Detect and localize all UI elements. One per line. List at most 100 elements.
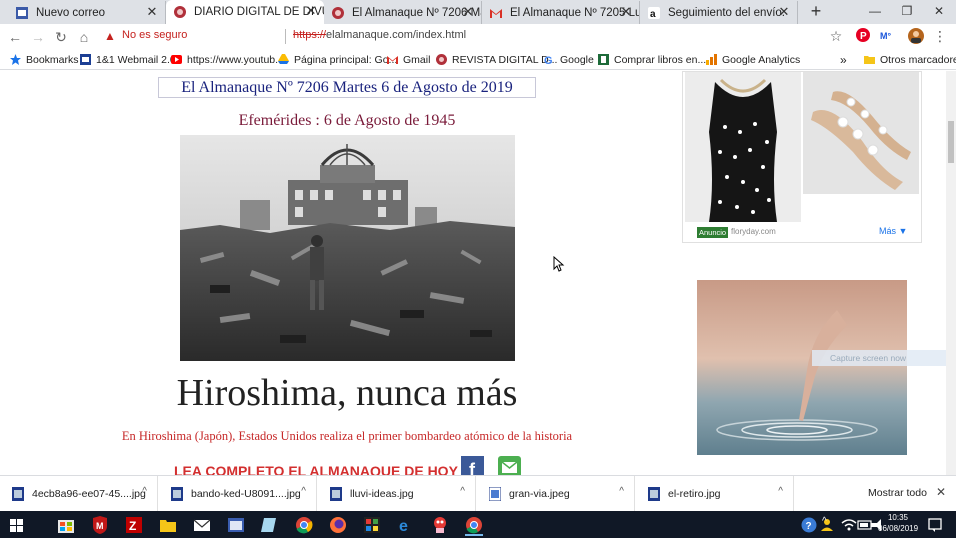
security-indicator[interactable]: No es seguro xyxy=(122,29,187,41)
bookmark-star-icon[interactable]: ☆ xyxy=(828,28,844,44)
filezilla-icon[interactable]: Z xyxy=(123,514,145,536)
ad-block[interactable]: Anuncio floryday.com Más ▼ xyxy=(682,71,922,243)
read-more-link[interactable]: LEA COMPLETO EL ALMANAQUE DE HOY xyxy=(174,463,464,475)
bookmark-bookmarks[interactable]: Bookmarks xyxy=(10,51,79,68)
headline[interactable]: Hiroshima, nunca más xyxy=(100,371,594,415)
almanaque-title[interactable]: El Almanaque Nº 7206 Martes 6 de Agosto … xyxy=(158,77,536,98)
firefox-icon[interactable] xyxy=(327,514,349,536)
store-icon[interactable] xyxy=(55,514,77,536)
close-icon[interactable]: ✕ xyxy=(145,5,159,19)
bookmark-webmail[interactable]: 1&1 Webmail 2.0 xyxy=(80,51,176,68)
bookmark-drive[interactable]: Página principal: Go... xyxy=(278,51,397,68)
svg-text:M: M xyxy=(96,521,104,531)
address-bar[interactable]: ▲ No es seguro https://elalmanaque.com/i… xyxy=(100,26,852,47)
mail-app-icon[interactable] xyxy=(191,514,213,536)
person-icon[interactable] xyxy=(816,514,838,536)
image-file-icon xyxy=(12,487,24,501)
efemerides-heading[interactable]: Efemérides : 6 de Agosto de 1945 xyxy=(150,112,544,130)
bookmark-label: Google Analytics xyxy=(722,53,801,66)
hiroshima-photo[interactable] xyxy=(180,135,515,361)
minimize-button[interactable]: — xyxy=(860,0,890,22)
download-item[interactable]: el-retiro.jpg ^ xyxy=(636,476,794,512)
app-window-icon[interactable] xyxy=(225,514,247,536)
water-image[interactable] xyxy=(697,280,907,455)
restore-button[interactable]: ❐ xyxy=(892,0,922,22)
download-item[interactable]: lluvi-ideas.jpg ^ xyxy=(318,476,476,512)
bookmark-google[interactable]: G Google xyxy=(544,51,594,68)
tab-seguimiento[interactable]: a Seguimiento del envío. ✕ xyxy=(640,1,798,24)
svg-text:e: e xyxy=(399,518,408,535)
chrome-active-icon[interactable] xyxy=(463,514,485,536)
show-all-button[interactable]: Mostrar todo xyxy=(868,487,927,499)
toolbar: ← → ↻ ⌂ ▲ No es seguro https://elalmanaq… xyxy=(0,24,956,49)
chevron-up-icon[interactable]: ^ xyxy=(619,486,624,497)
page-scrollbar[interactable] xyxy=(946,71,956,475)
chevron-up-icon[interactable]: ^ xyxy=(142,486,147,497)
notifications-icon[interactable] xyxy=(924,514,946,536)
game-icon[interactable] xyxy=(429,514,451,536)
books-icon xyxy=(598,54,609,65)
swimsuit-ad-image[interactable] xyxy=(685,72,801,222)
photos-app-icon[interactable] xyxy=(361,514,383,536)
bookmark-libros[interactable]: Comprar libros en... xyxy=(598,51,706,68)
home-button[interactable]: ⌂ xyxy=(75,28,93,46)
url-text[interactable]: https://elalmanaque.com/index.html xyxy=(293,29,466,41)
tab-almanaque-7205[interactable]: El Almanaque Nº 7205 Lunes 5 ✕ xyxy=(482,1,640,24)
scrollbar-thumb[interactable] xyxy=(948,121,954,163)
more-bookmarks-button[interactable]: » xyxy=(840,51,847,68)
notepad-icon[interactable] xyxy=(259,514,281,536)
gmail-icon xyxy=(490,8,502,18)
system-clock[interactable]: 10:35 06/08/2019 xyxy=(878,512,918,534)
back-button[interactable]: ← xyxy=(6,28,24,46)
download-item[interactable]: gran-via.jpeg ^ xyxy=(477,476,635,512)
forward-button[interactable]: → xyxy=(29,28,47,46)
bookmark-label: https://www.youtub... xyxy=(187,53,284,66)
ad-domain[interactable]: floryday.com xyxy=(731,227,776,236)
bookmarks-bar: Bookmarks 1&1 Webmail 2.0 https://www.yo… xyxy=(0,49,956,70)
pinterest-icon[interactable]: P xyxy=(856,28,872,44)
bookmark-label: Google xyxy=(560,53,594,66)
facebook-icon[interactable]: f xyxy=(461,456,484,475)
ad-more-button[interactable]: Más ▼ xyxy=(879,226,907,236)
new-tab-button[interactable]: + xyxy=(806,2,826,22)
svg-text:f: f xyxy=(469,460,476,475)
image-file-icon xyxy=(648,487,660,501)
close-downloads-icon[interactable]: ✕ xyxy=(936,485,946,499)
bookmark-revista[interactable]: REVISTA DIGITAL D... xyxy=(436,51,557,68)
bookmark-gmail[interactable]: Gmail xyxy=(387,51,430,68)
sandals-ad-image[interactable] xyxy=(803,72,919,194)
windows-start-icon[interactable] xyxy=(6,514,28,536)
email-share-icon[interactable] xyxy=(498,456,521,475)
chevron-up-icon[interactable]: ^ xyxy=(460,486,465,497)
tab-nuevo-correo[interactable]: Nuevo correo ✕ xyxy=(8,1,166,24)
tab-diario-digital[interactable]: DIARIO DIGITAL DE DIVULGACI ✕ xyxy=(166,0,324,24)
close-icon[interactable]: ✕ xyxy=(777,5,791,19)
download-item[interactable]: bando-ked-U8091....jpg ^ xyxy=(159,476,317,512)
svg-text:a: a xyxy=(650,9,656,19)
download-filename: gran-via.jpeg xyxy=(509,488,570,500)
chrome-icon[interactable] xyxy=(293,514,315,536)
chevron-up-icon[interactable]: ^ xyxy=(778,486,783,497)
svg-text:?: ? xyxy=(806,521,812,532)
bookmark-other[interactable]: Otros marcadores xyxy=(864,51,956,68)
folder-icon[interactable] xyxy=(157,514,179,536)
bookmark-youtube[interactable]: https://www.youtub... xyxy=(171,51,284,68)
subtitle[interactable]: En Hiroshima (Japón), Estados Unidos rea… xyxy=(60,429,634,444)
download-item[interactable]: 4ecb8a96-ee07-45....jpg ^ xyxy=(0,476,158,512)
chevron-up-icon[interactable]: ^ xyxy=(301,486,306,497)
close-icon[interactable]: ✕ xyxy=(461,5,475,19)
close-icon[interactable]: ✕ xyxy=(619,5,633,19)
mcafee-icon[interactable]: M xyxy=(89,514,111,536)
capture-overlay[interactable]: Capture screen now xyxy=(812,350,948,366)
avatar[interactable] xyxy=(908,28,924,44)
tab-almanaque-7206[interactable]: El Almanaque Nº 7206 Martes ✕ xyxy=(324,1,482,24)
chevron-up-icon[interactable]: ^ xyxy=(822,516,827,527)
extension-icon[interactable]: M° xyxy=(880,28,896,44)
bookmark-label: Otros marcadores xyxy=(880,53,956,66)
window-close-button[interactable]: ✕ xyxy=(924,0,954,22)
close-icon[interactable]: ✕ xyxy=(304,4,318,18)
edge-icon[interactable]: e xyxy=(395,514,417,536)
bookmark-analytics[interactable]: Google Analytics xyxy=(706,51,800,68)
reload-button[interactable]: ↻ xyxy=(52,28,70,46)
menu-icon[interactable]: ⋮ xyxy=(932,28,948,44)
